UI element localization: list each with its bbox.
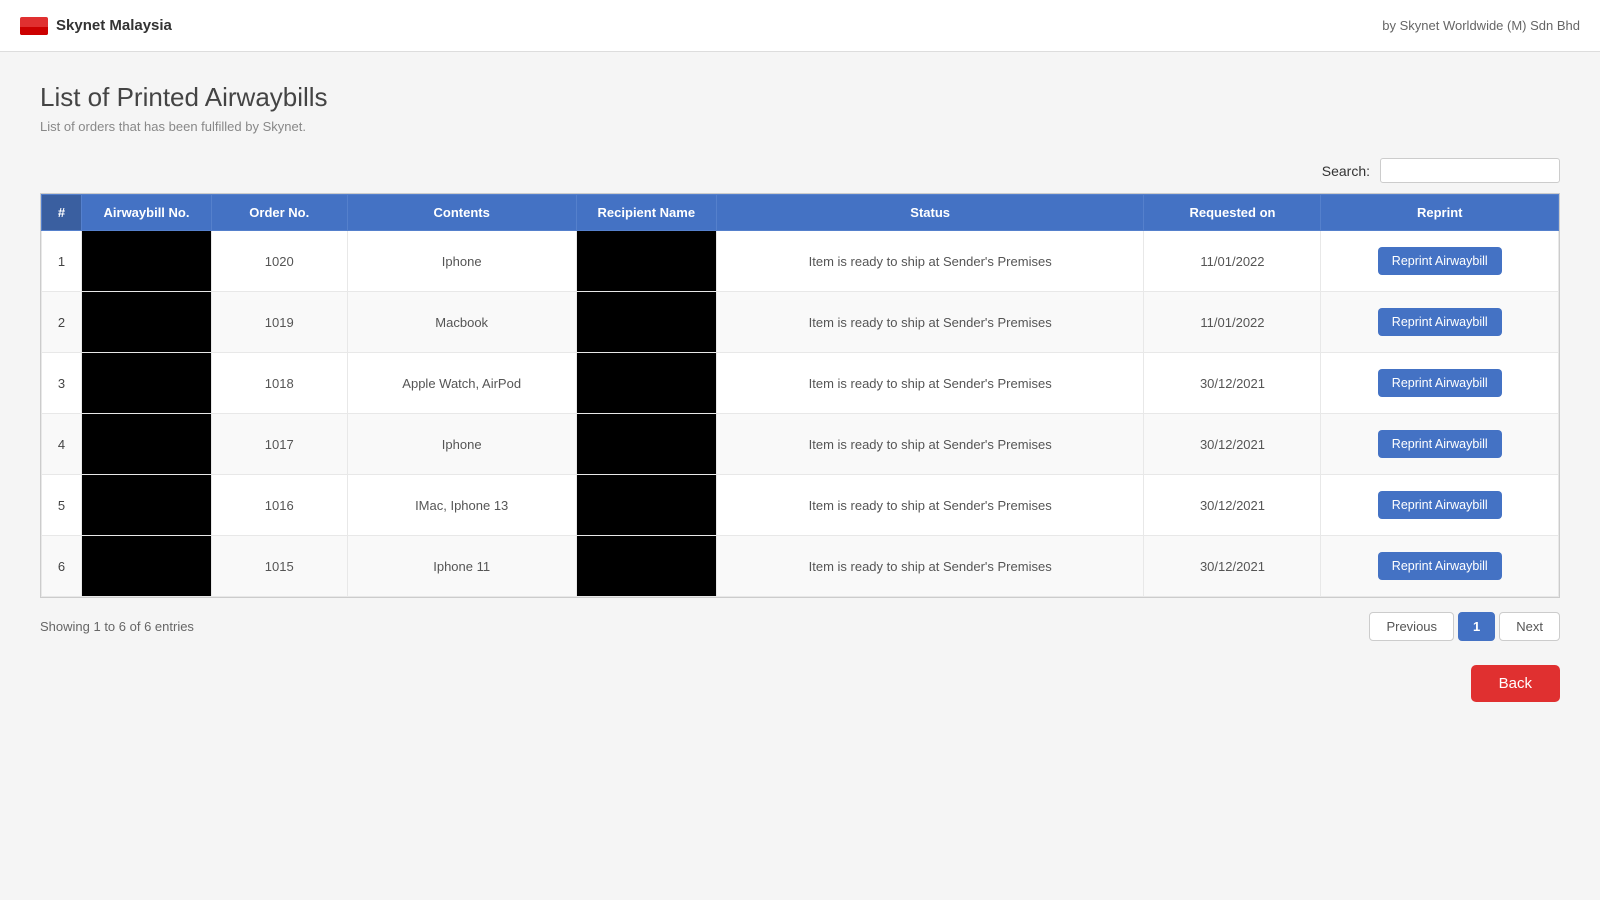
cell-num: 1 <box>42 231 82 292</box>
cell-reprint: Reprint Airwaybill <box>1321 353 1559 414</box>
cell-status: Item is ready to ship at Sender's Premis… <box>716 292 1144 353</box>
table-row: 6 1015Iphone 11 Item is ready to ship at S… <box>42 536 1559 597</box>
cell-contents: Macbook <box>347 292 576 353</box>
col-order: Order No. <box>212 195 348 231</box>
cell-airwaybill <box>82 475 212 536</box>
logo-area: Skynet Malaysia <box>20 17 172 35</box>
cell-requested: 11/01/2022 <box>1144 292 1321 353</box>
col-airwaybill: Airwaybill No. <box>82 195 212 231</box>
cell-order: 1015 <box>212 536 348 597</box>
col-reprint: Reprint <box>1321 195 1559 231</box>
cell-num: 3 <box>42 353 82 414</box>
cell-airwaybill <box>82 353 212 414</box>
cell-order: 1016 <box>212 475 348 536</box>
cell-status: Item is ready to ship at Sender's Premis… <box>716 353 1144 414</box>
cell-recipient <box>576 414 716 475</box>
cell-num: 4 <box>42 414 82 475</box>
cell-num: 2 <box>42 292 82 353</box>
reprint-airwaybill-button[interactable]: Reprint Airwaybill <box>1378 247 1502 275</box>
table-body: 11020IphoneItem is ready to ship at Send… <box>42 231 1559 597</box>
reprint-airwaybill-button[interactable]: Reprint Airwaybill <box>1378 369 1502 397</box>
cell-contents: IMac, Iphone 13 <box>347 475 576 536</box>
col-contents: Contents <box>347 195 576 231</box>
cell-order: 1017 <box>212 414 348 475</box>
table-row: 4 1017Iphone Item is ready to ship at Send… <box>42 414 1559 475</box>
cell-order: 1020 <box>212 231 348 292</box>
header: Skynet Malaysia by Skynet Worldwide (M) … <box>0 0 1600 52</box>
main-content: List of Printed Airwaybills List of orde… <box>0 52 1600 732</box>
table-row: 2 1019Macbook Item is ready to ship at Sen… <box>42 292 1559 353</box>
search-bar: Search: <box>40 158 1560 183</box>
page-subtitle: List of orders that has been fulfilled b… <box>40 119 1560 134</box>
cell-reprint: Reprint Airwaybill <box>1321 414 1559 475</box>
cell-reprint: Reprint Airwaybill <box>1321 231 1559 292</box>
brand-name: Skynet Malaysia <box>56 17 172 34</box>
previous-button[interactable]: Previous <box>1369 612 1454 641</box>
cell-order: 1018 <box>212 353 348 414</box>
table-row: 3 1018Apple Watch, AirPod Item is ready to… <box>42 353 1559 414</box>
cell-num: 5 <box>42 475 82 536</box>
cell-reprint: Reprint Airwaybill <box>1321 292 1559 353</box>
cell-recipient <box>576 475 716 536</box>
cell-contents: Iphone 11 <box>347 536 576 597</box>
reprint-airwaybill-button[interactable]: Reprint Airwaybill <box>1378 552 1502 580</box>
cell-airwaybill <box>82 292 212 353</box>
table-container: # Airwaybill No. Order No. Contents Reci… <box>40 193 1560 598</box>
cell-status: Item is ready to ship at Sender's Premis… <box>716 536 1144 597</box>
col-status: Status <box>716 195 1144 231</box>
cell-requested: 30/12/2021 <box>1144 536 1321 597</box>
next-button[interactable]: Next <box>1499 612 1560 641</box>
cell-requested: 11/01/2022 <box>1144 231 1321 292</box>
col-requested: Requested on <box>1144 195 1321 231</box>
pagination: Previous 1 Next <box>1369 612 1560 641</box>
search-input[interactable] <box>1380 158 1560 183</box>
cell-airwaybill <box>82 231 212 292</box>
cell-requested: 30/12/2021 <box>1144 353 1321 414</box>
back-area: Back <box>40 665 1560 702</box>
cell-reprint: Reprint Airwaybill <box>1321 475 1559 536</box>
table-row: 5 1016IMac, Iphone 13 Item is ready to shi… <box>42 475 1559 536</box>
cell-requested: 30/12/2021 <box>1144 475 1321 536</box>
cell-status: Item is ready to ship at Sender's Premis… <box>716 414 1144 475</box>
cell-contents: Apple Watch, AirPod <box>347 353 576 414</box>
cell-requested: 30/12/2021 <box>1144 414 1321 475</box>
cell-recipient <box>576 292 716 353</box>
back-button[interactable]: Back <box>1471 665 1560 702</box>
airwaybills-table: # Airwaybill No. Order No. Contents Reci… <box>41 194 1559 597</box>
cell-recipient <box>576 353 716 414</box>
cell-contents: Iphone <box>347 231 576 292</box>
search-label: Search: <box>1322 163 1370 179</box>
entries-info: Showing 1 to 6 of 6 entries <box>40 619 194 634</box>
table-footer: Showing 1 to 6 of 6 entries Previous 1 N… <box>40 612 1560 641</box>
table-row: 1 1020Iphone Item is ready to ship at Send… <box>42 231 1559 292</box>
cell-airwaybill <box>82 536 212 597</box>
col-num: # <box>42 195 82 231</box>
cell-order: 1019 <box>212 292 348 353</box>
cell-num: 6 <box>42 536 82 597</box>
cell-recipient <box>576 231 716 292</box>
reprint-airwaybill-button[interactable]: Reprint Airwaybill <box>1378 430 1502 458</box>
reprint-airwaybill-button[interactable]: Reprint Airwaybill <box>1378 308 1502 336</box>
cell-contents: Iphone <box>347 414 576 475</box>
header-tagline: by Skynet Worldwide (M) Sdn Bhd <box>1382 18 1580 33</box>
cell-status: Item is ready to ship at Sender's Premis… <box>716 231 1144 292</box>
page-1-button[interactable]: 1 <box>1458 612 1495 641</box>
page-title: List of Printed Airwaybills <box>40 82 1560 113</box>
cell-recipient <box>576 536 716 597</box>
reprint-airwaybill-button[interactable]: Reprint Airwaybill <box>1378 491 1502 519</box>
logo-icon <box>20 17 48 35</box>
cell-status: Item is ready to ship at Sender's Premis… <box>716 475 1144 536</box>
cell-airwaybill <box>82 414 212 475</box>
table-header: # Airwaybill No. Order No. Contents Reci… <box>42 195 1559 231</box>
cell-reprint: Reprint Airwaybill <box>1321 536 1559 597</box>
col-recipient: Recipient Name <box>576 195 716 231</box>
